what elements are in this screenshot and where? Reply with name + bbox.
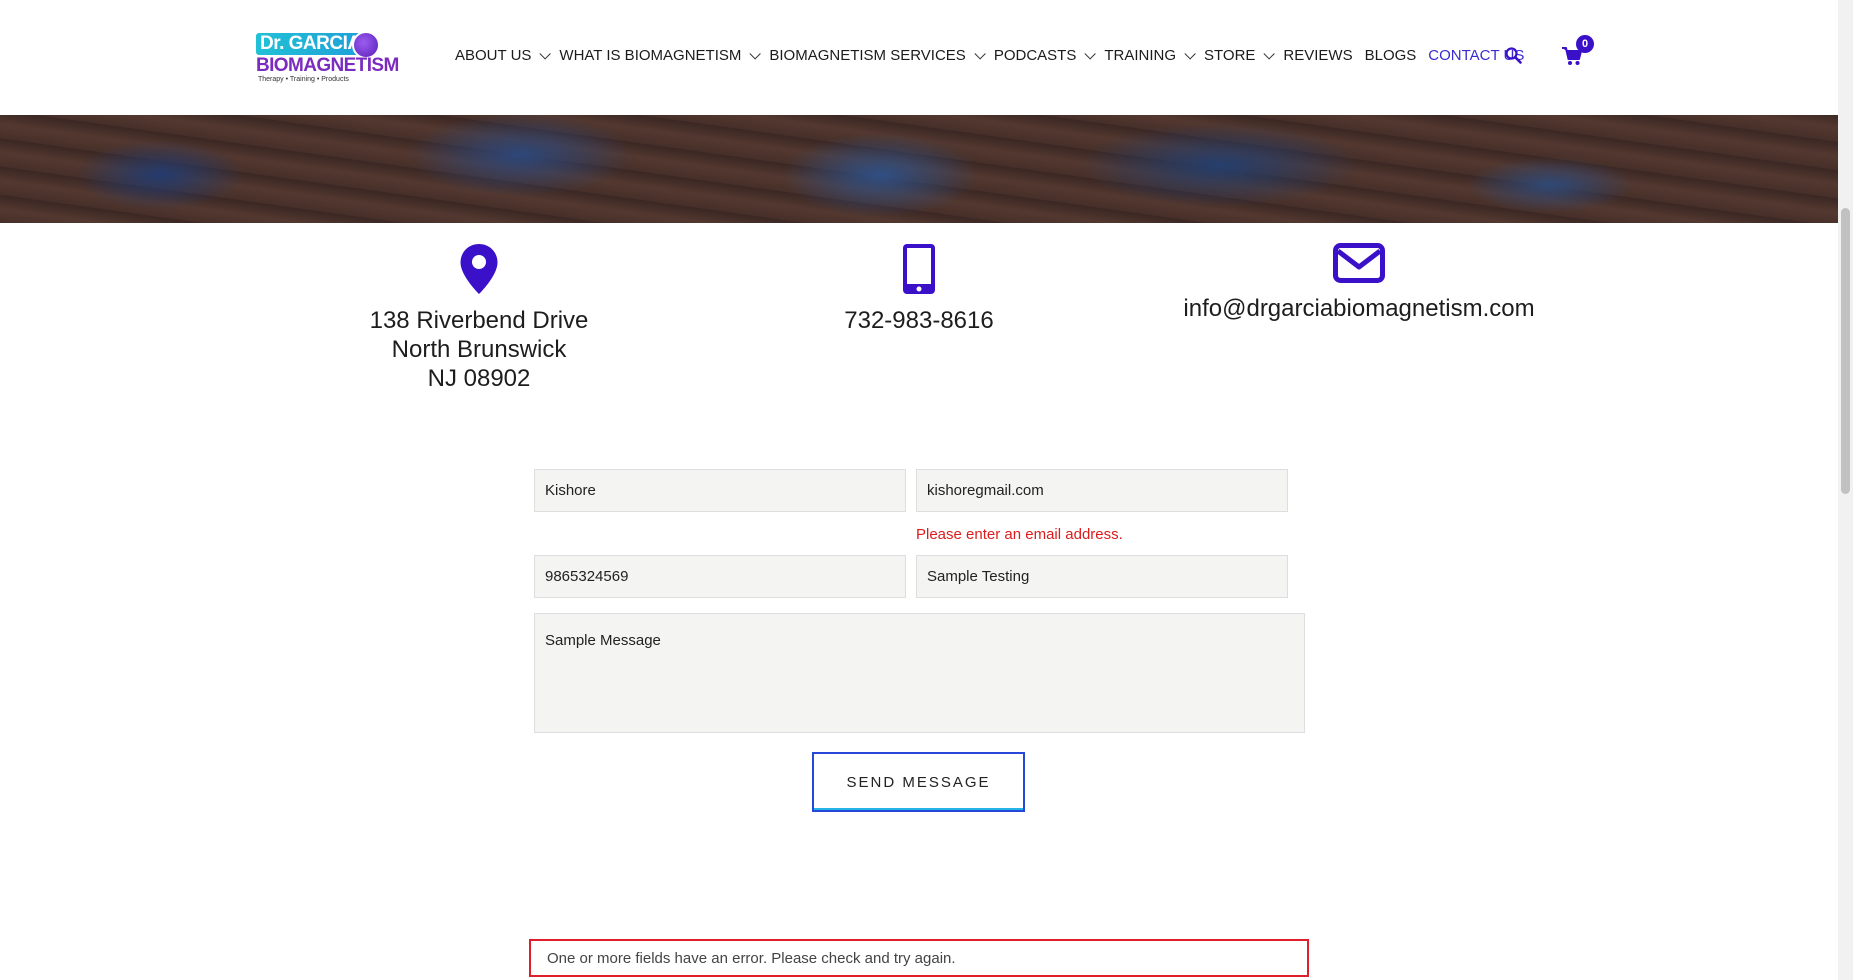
email-error-message: Please enter an email address. (916, 526, 1123, 543)
nav-label: STORE (1204, 47, 1256, 64)
address-line3: NJ 08902 (427, 365, 531, 392)
chevron-down-icon (1184, 47, 1196, 60)
chevron-down-icon (539, 47, 552, 60)
mobile-phone-icon (903, 244, 935, 294)
map-pin-icon (460, 244, 498, 294)
email-field[interactable] (916, 469, 1288, 512)
message-field[interactable]: Sample Message (534, 613, 1305, 733)
nav-label: BIOMAGNETISM SERVICES (769, 47, 966, 64)
address-line1: 138 Riverbend Drive (369, 307, 589, 334)
form-error-banner: One or more fields have an error. Please… (529, 939, 1309, 977)
nav-item-blogs[interactable]: BLOGS (1365, 47, 1417, 64)
name-field[interactable] (534, 469, 906, 512)
chevron-down-icon (749, 47, 762, 60)
address-line2: North Brunswick (391, 336, 567, 363)
subject-field[interactable] (916, 555, 1288, 598)
envelope-icon (1333, 243, 1385, 283)
nav-label: TRAINING (1104, 47, 1176, 64)
email-address[interactable]: info@drgarciabiomagnetism.com (1159, 294, 1559, 323)
address-text: 138 Riverbend Drive North Brunswick NJ 0… (329, 306, 629, 393)
email-block: info@drgarciabiomagnetism.com (1159, 243, 1559, 323)
nav-label: ABOUT US (455, 47, 532, 64)
logo-tagline: Therapy • Training • Products (258, 76, 349, 83)
phone-block: 732-983-8616 (769, 243, 1069, 335)
logo-line2: BIOMAGNETISM (256, 55, 399, 76)
nav-item-podcasts[interactable]: PODCASTS (993, 47, 1097, 64)
send-message-button[interactable]: SEND MESSAGE (812, 752, 1025, 812)
cart-count-badge: 0 (1576, 35, 1594, 53)
scrollbar-thumb[interactable] (1841, 208, 1850, 494)
main-nav: ABOUT US WHAT IS BIOMAGNETISM BIOMAGNETI… (455, 47, 1536, 64)
chevron-down-icon (974, 47, 986, 60)
nav-label: PODCASTS (993, 47, 1077, 64)
nav-item-about-us[interactable]: ABOUT US (455, 47, 552, 64)
phone-field[interactable] (534, 555, 906, 598)
logo-line1: Dr. GARCIA (256, 33, 365, 55)
nav-label: BLOGS (1364, 47, 1417, 64)
nav-label: REVIEWS (1283, 47, 1353, 64)
nav-label: WHAT IS BIOMAGNETISM (559, 47, 742, 64)
chevron-down-icon (1263, 47, 1276, 60)
search-icon[interactable] (1504, 46, 1524, 66)
site-logo[interactable]: Dr. GARCIA BIOMAGNETISM Therapy • Traini… (254, 31, 399, 85)
site-header: Dr. GARCIA BIOMAGNETISM Therapy • Traini… (0, 0, 1838, 115)
nav-item-what-is-biomagnetism[interactable]: WHAT IS BIOMAGNETISM (559, 47, 762, 64)
phone-number[interactable]: 732-983-8616 (769, 306, 1069, 335)
nav-item-reviews[interactable]: REVIEWS (1283, 47, 1352, 64)
page-scrollbar[interactable] (1838, 0, 1853, 980)
chevron-down-icon (1084, 47, 1097, 60)
nav-item-store[interactable]: STORE (1204, 47, 1276, 64)
hero-image (0, 115, 1838, 223)
nav-item-biomagnetism-services[interactable]: BIOMAGNETISM SERVICES (769, 47, 986, 64)
nav-item-training[interactable]: TRAINING (1104, 47, 1196, 64)
address-block: 138 Riverbend Drive North Brunswick NJ 0… (329, 243, 629, 393)
